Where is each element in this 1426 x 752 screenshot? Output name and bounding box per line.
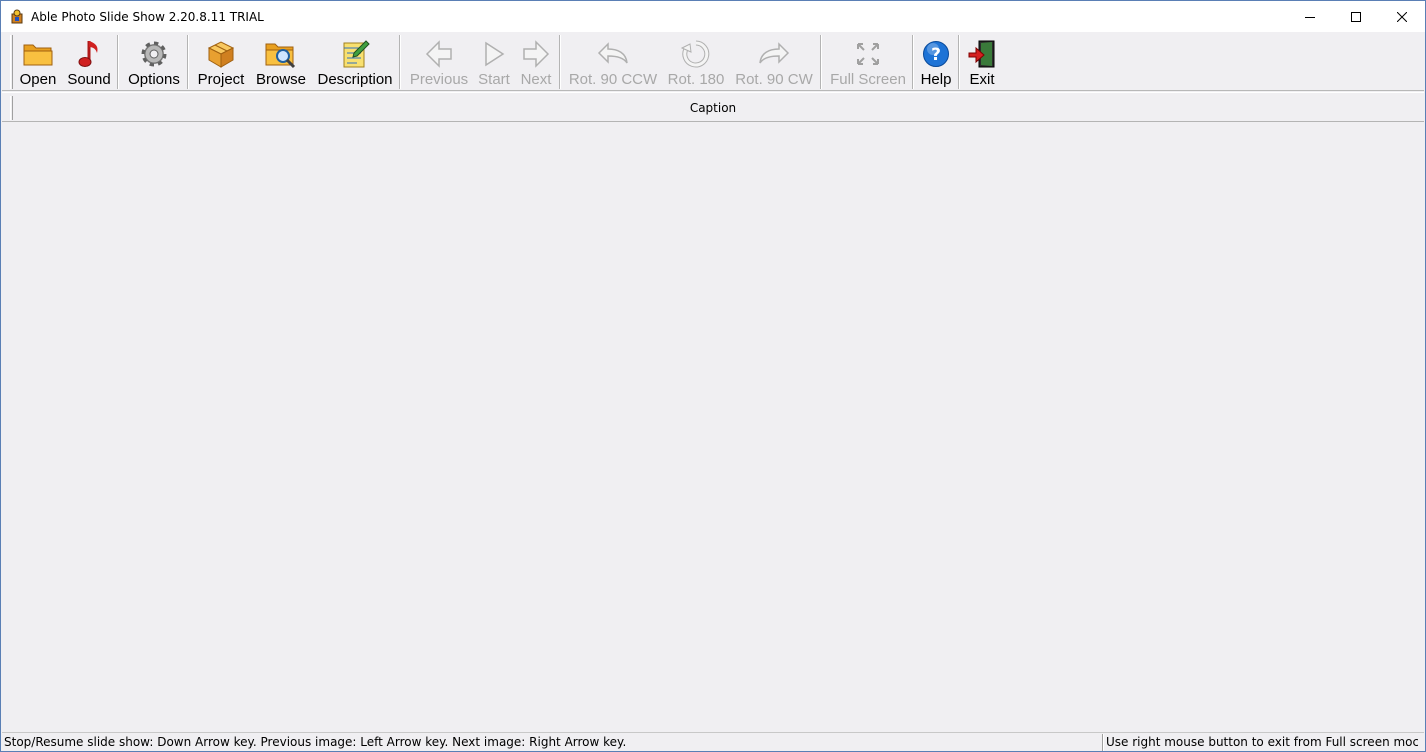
next-label: Next bbox=[520, 71, 552, 88]
minimize-button[interactable] bbox=[1287, 1, 1333, 32]
help-button[interactable]: ? Help bbox=[917, 35, 955, 89]
rotate-180-button[interactable]: Rot. 180 bbox=[664, 35, 728, 89]
notepad-icon bbox=[339, 39, 371, 69]
maximize-icon bbox=[1351, 11, 1361, 22]
rotate-180-icon bbox=[680, 39, 712, 69]
fullscreen-label: Full Screen bbox=[830, 71, 906, 88]
help-label: Help bbox=[920, 71, 952, 88]
description-label: Description bbox=[317, 71, 393, 88]
project-button[interactable]: Project bbox=[195, 35, 247, 89]
music-note-icon bbox=[73, 39, 105, 69]
rotate-ccw-label: Rot. 90 CCW bbox=[568, 71, 658, 88]
browse-label: Browse bbox=[255, 71, 307, 88]
status-bar: Stop/Resume slide show: Down Arrow key. … bbox=[2, 732, 1424, 751]
app-window: Able Photo Slide Show 2.20.8.11 TRIAL Op… bbox=[0, 0, 1426, 752]
project-label: Project bbox=[197, 71, 245, 88]
sound-label: Sound bbox=[67, 71, 111, 88]
browse-button[interactable]: Browse bbox=[252, 35, 310, 89]
rotate-ccw-icon bbox=[597, 39, 629, 69]
exit-button[interactable]: Exit bbox=[964, 35, 1000, 89]
toolbar-separator bbox=[912, 35, 914, 89]
close-icon bbox=[1397, 11, 1407, 22]
previous-label: Previous bbox=[409, 71, 469, 88]
maximize-button[interactable] bbox=[1333, 1, 1379, 32]
toolbar-separator bbox=[187, 35, 189, 89]
open-button[interactable]: Open bbox=[18, 35, 58, 89]
sound-button[interactable]: Sound bbox=[66, 35, 112, 89]
fullscreen-icon bbox=[852, 39, 884, 69]
gear-icon bbox=[138, 39, 170, 69]
status-divider bbox=[1102, 734, 1104, 751]
toolbar-separator bbox=[820, 35, 822, 89]
description-button[interactable]: Description bbox=[314, 35, 396, 89]
options-button[interactable]: Options bbox=[125, 35, 183, 89]
toolbar-separator bbox=[559, 35, 561, 89]
folder-icon bbox=[22, 39, 54, 69]
image-viewer-area[interactable] bbox=[2, 123, 1424, 732]
options-label: Options bbox=[128, 71, 180, 88]
exit-label: Exit bbox=[969, 71, 995, 88]
app-logo-icon bbox=[9, 9, 25, 25]
toolbar-separator bbox=[117, 35, 119, 89]
fullscreen-button[interactable]: Full Screen bbox=[826, 35, 910, 89]
caption-text: Caption bbox=[689, 101, 737, 115]
status-hint-left: Stop/Resume slide show: Down Arrow key. … bbox=[4, 735, 627, 749]
rotate-cw-label: Rot. 90 CW bbox=[735, 71, 813, 88]
rotate-cw-icon bbox=[758, 39, 790, 69]
open-label: Open bbox=[19, 71, 57, 88]
folder-search-icon bbox=[265, 39, 297, 69]
toolbar-separator bbox=[399, 35, 401, 89]
start-label: Start bbox=[478, 71, 510, 88]
help-icon: ? bbox=[920, 39, 952, 69]
toolbar-separator bbox=[958, 35, 960, 89]
previous-button[interactable]: Previous bbox=[406, 35, 472, 89]
close-button[interactable] bbox=[1379, 1, 1425, 32]
title-bar: Able Photo Slide Show 2.20.8.11 TRIAL bbox=[1, 1, 1425, 32]
rotate-cw-button[interactable]: Rot. 90 CW bbox=[732, 35, 816, 89]
window-title: Able Photo Slide Show 2.20.8.11 TRIAL bbox=[31, 9, 264, 24]
next-button[interactable]: Next bbox=[516, 35, 556, 89]
arrow-right-icon bbox=[520, 39, 552, 69]
caption-bar: Caption bbox=[2, 92, 1424, 122]
arrow-left-icon bbox=[423, 39, 455, 69]
status-hint-right: Use right mouse button to exit from Full… bbox=[1106, 735, 1418, 749]
rotate-ccw-button[interactable]: Rot. 90 CCW bbox=[566, 35, 660, 89]
box-icon bbox=[205, 39, 237, 69]
play-icon bbox=[478, 39, 510, 69]
svg-text:?: ? bbox=[931, 45, 941, 65]
rotate-180-label: Rot. 180 bbox=[667, 71, 725, 88]
start-button[interactable]: Start bbox=[474, 35, 514, 89]
window-controls bbox=[1287, 1, 1425, 32]
minimize-icon bbox=[1305, 16, 1315, 18]
main-toolbar: Open Sound Options Project Browse Descri… bbox=[2, 33, 1424, 91]
toolbar-grip[interactable] bbox=[10, 35, 13, 89]
exit-door-icon bbox=[966, 39, 998, 69]
